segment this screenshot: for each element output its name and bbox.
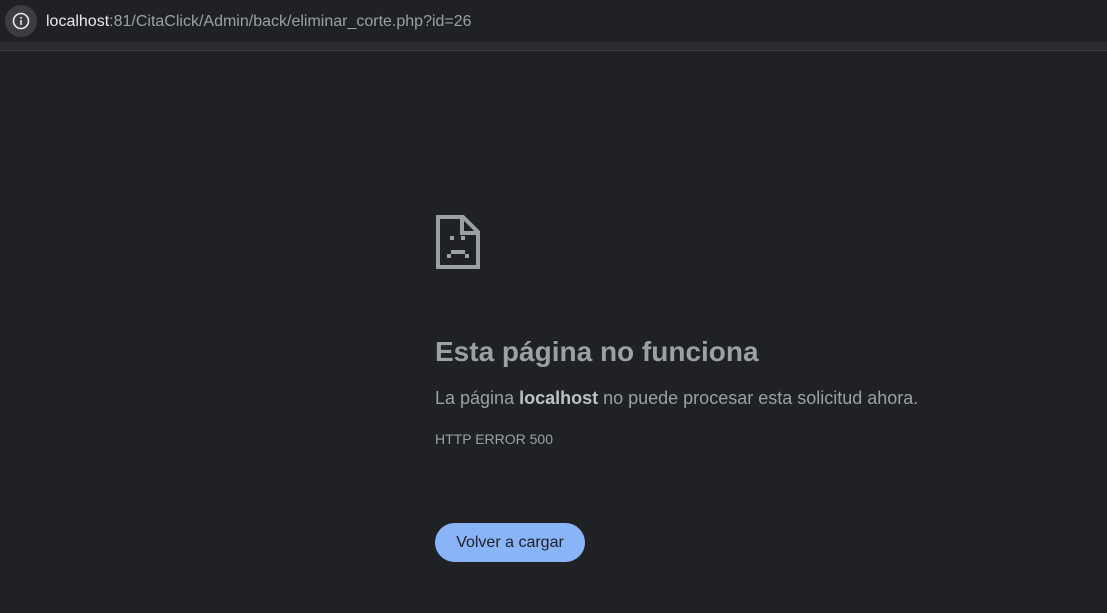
site-info-button[interactable] xyxy=(5,5,37,37)
error-content: Esta página no funciona La página localh… xyxy=(435,214,1055,448)
error-title: Esta página no funciona xyxy=(435,336,759,367)
url-path: :81/CitaClick/Admin/back/eliminar_corte.… xyxy=(109,13,472,30)
url-host: localhost xyxy=(46,13,110,30)
error-code: HTTP ERROR 500 xyxy=(435,431,553,447)
info-icon xyxy=(12,12,30,30)
reload-button[interactable]: Volver a cargar xyxy=(435,523,585,562)
url-text[interactable]: localhost:81/CitaClick/Admin/back/elimin… xyxy=(46,11,472,33)
browser-toolbar: localhost:81/CitaClick/Admin/back/elimin… xyxy=(0,0,1107,42)
error-message: La página localhost no puede procesar es… xyxy=(435,385,1055,411)
message-suffix: no puede procesar esta solicitud ahora. xyxy=(598,388,919,408)
message-prefix: La página xyxy=(435,388,520,408)
sad-page-icon xyxy=(436,215,480,269)
message-host: localhost xyxy=(519,388,599,408)
address-bar[interactable]: localhost:81/CitaClick/Admin/back/elimin… xyxy=(0,0,1107,42)
toolbar-divider xyxy=(0,42,1107,51)
